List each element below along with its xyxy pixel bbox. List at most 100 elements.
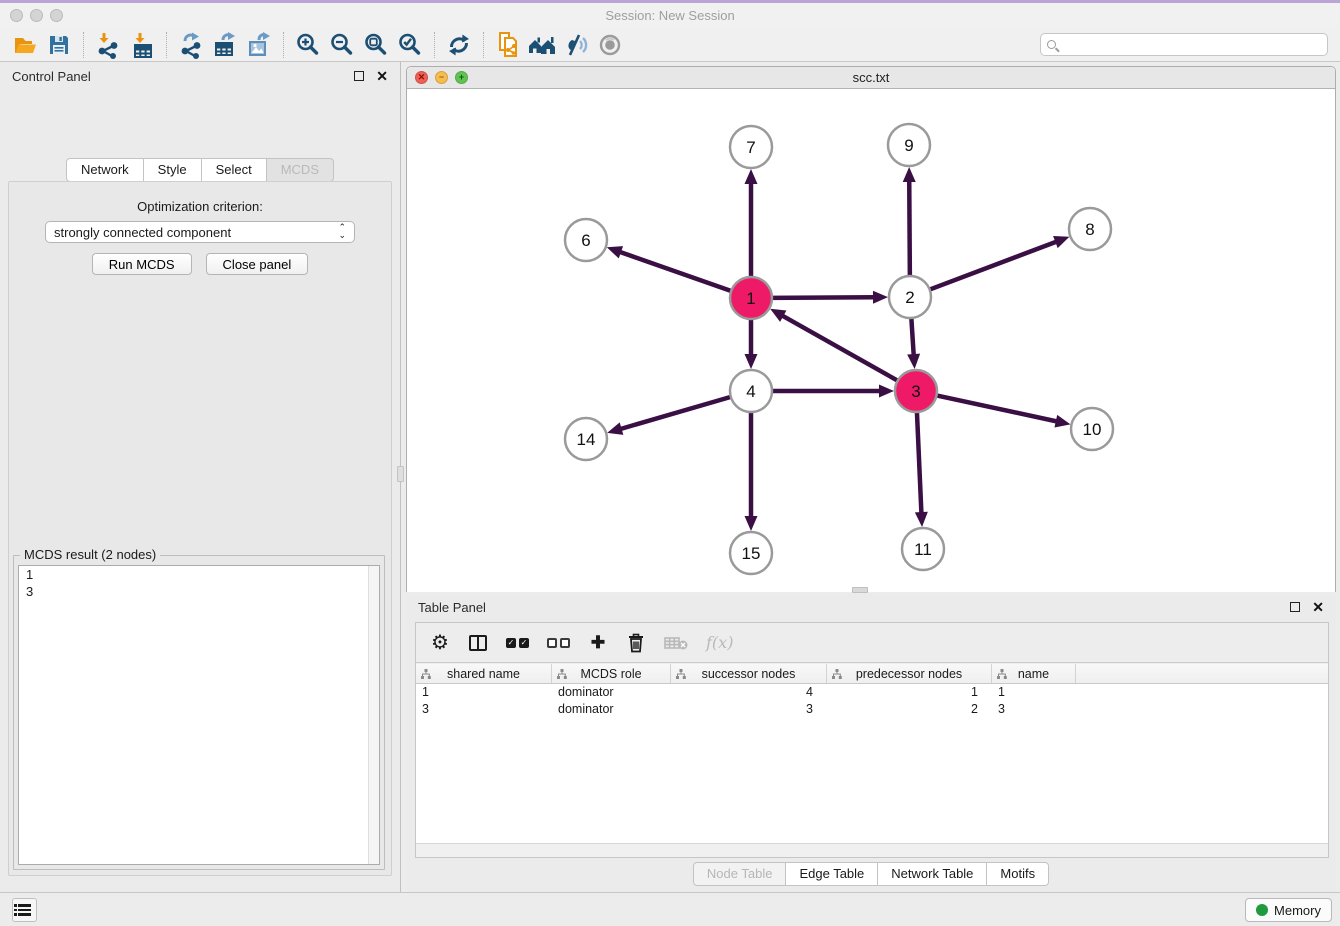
edge-arrowhead <box>1053 236 1069 248</box>
toolbar-separator <box>83 32 84 58</box>
mcds-panel: Optimization criterion: strongly connect… <box>8 181 392 876</box>
graph-edge-2-9[interactable] <box>909 180 910 276</box>
panel-splitter-grip[interactable] <box>397 466 404 482</box>
show-graphics-details-icon[interactable] <box>593 30 627 60</box>
open-session-icon[interactable] <box>8 30 42 60</box>
table-cell[interactable]: 1 <box>827 684 992 701</box>
edge-arrowhead <box>879 385 894 398</box>
graph-node-label-9: 9 <box>904 136 913 155</box>
network-canvas[interactable]: 7968124314101511 <box>407 89 1335 592</box>
control-tab-mcds[interactable]: MCDS <box>267 158 334 182</box>
graph-edge-4-14[interactable] <box>620 397 731 429</box>
export-table-icon[interactable] <box>208 30 242 60</box>
table-tab-node-table[interactable]: Node Table <box>693 862 787 886</box>
show-columns-icon[interactable] <box>468 631 488 655</box>
float-table-panel-icon[interactable] <box>1290 602 1300 612</box>
graph-edge-1-6[interactable] <box>619 252 731 291</box>
mcds-result-item[interactable]: 1 <box>19 566 379 583</box>
toolbar-separator <box>483 32 484 58</box>
graph-edge-3-1[interactable] <box>781 315 897 381</box>
search-box <box>1040 33 1328 56</box>
table-cell[interactable]: 3 <box>416 701 552 718</box>
import-table-icon[interactable] <box>125 30 159 60</box>
table-panel-title: Table Panel <box>418 600 486 615</box>
mcds-result-title: MCDS result (2 nodes) <box>20 547 160 562</box>
main-toolbar <box>0 28 1340 62</box>
graph-edge-3-10[interactable] <box>937 395 1058 421</box>
zoom-out-icon[interactable] <box>325 30 359 60</box>
table-panel: Table Panel ✕ ⚙ ✓✓ ✚ <box>406 594 1336 892</box>
export-image-icon[interactable] <box>242 30 276 60</box>
table-horizontal-scrollbar[interactable] <box>416 843 1328 857</box>
table-row[interactable]: 3dominator323 <box>416 701 1328 718</box>
table-options-icon[interactable]: ⚙ <box>430 631 450 655</box>
mcds-result-group: MCDS result (2 nodes) 13 <box>13 555 385 870</box>
create-column-icon[interactable]: ✚ <box>588 631 608 655</box>
save-session-icon[interactable] <box>42 30 76 60</box>
zoom-fit-icon[interactable] <box>359 30 393 60</box>
unselect-all-columns-icon[interactable] <box>547 631 570 655</box>
graph-node-label-1: 1 <box>746 289 755 308</box>
column-header-predecessor-nodes[interactable]: predecessor nodes <box>827 664 992 683</box>
export-network-icon[interactable] <box>174 30 208 60</box>
delete-columns-icon[interactable] <box>626 631 646 655</box>
table-cell[interactable]: dominator <box>552 684 671 701</box>
table-cell[interactable]: 1 <box>992 684 1076 701</box>
run-mcds-button[interactable]: Run MCDS <box>92 253 192 275</box>
table-cell[interactable]: 1 <box>416 684 552 701</box>
column-header-successor-nodes[interactable]: successor nodes <box>671 664 827 683</box>
column-header-MCDS-role[interactable]: MCDS role <box>552 664 671 683</box>
optimization-criterion-select[interactable]: strongly connected component ⌃⌄ <box>45 221 355 243</box>
task-history-button[interactable] <box>12 898 37 922</box>
control-tab-network[interactable]: Network <box>66 158 144 182</box>
memory-button[interactable]: Memory <box>1245 898 1332 922</box>
view-table-splitter-grip[interactable] <box>852 587 868 593</box>
control-tab-style[interactable]: Style <box>144 158 202 182</box>
clone-network-icon[interactable] <box>491 30 525 60</box>
graph-edge-2-3[interactable] <box>911 318 913 356</box>
table-cell[interactable]: 3 <box>671 701 827 718</box>
mcds-result-list[interactable]: 13 <box>18 565 380 865</box>
zoom-in-icon[interactable] <box>291 30 325 60</box>
close-panel-icon[interactable]: ✕ <box>376 69 388 83</box>
table-row[interactable]: 1dominator411 <box>416 684 1328 701</box>
table-cell[interactable]: 3 <box>992 701 1076 718</box>
network-view-window: ✕ − + scc.txt 7968124314101511 <box>406 66 1336 592</box>
first-neighbors-icon[interactable] <box>525 30 559 60</box>
hide-graphics-details-icon[interactable] <box>559 30 593 60</box>
column-header-shared-name[interactable]: shared name <box>416 664 552 683</box>
toolbar-separator <box>283 32 284 58</box>
graph-node-label-14: 14 <box>577 430 596 449</box>
search-input[interactable] <box>1056 34 1327 55</box>
function-builder-icon: f(x) <box>706 631 733 655</box>
mcds-result-item[interactable]: 3 <box>19 583 379 600</box>
graph-edge-3-11[interactable] <box>917 412 922 514</box>
table-cell[interactable]: dominator <box>552 701 671 718</box>
zoom-selected-icon[interactable] <box>393 30 427 60</box>
control-panel-title: Control Panel <box>12 69 91 84</box>
table-cell[interactable]: 4 <box>671 684 827 701</box>
toolbar-separator <box>166 32 167 58</box>
delete-table-icon <box>664 631 688 655</box>
float-panel-icon[interactable] <box>354 71 364 81</box>
table-tab-motifs[interactable]: Motifs <box>987 862 1049 886</box>
table-cell[interactable]: 2 <box>827 701 992 718</box>
toolbar-separator <box>434 32 435 58</box>
result-scrollbar[interactable] <box>368 566 379 864</box>
edge-arrowhead <box>607 422 623 434</box>
table-tab-network-table[interactable]: Network Table <box>878 862 987 886</box>
combo-stepper-icon: ⌃⌄ <box>338 224 346 239</box>
graph-edge-1-2[interactable] <box>772 297 875 298</box>
network-window-title: scc.txt <box>407 70 1335 85</box>
import-network-icon[interactable] <box>91 30 125 60</box>
graph-edge-2-8[interactable] <box>930 241 1058 289</box>
control-panel-tabs: NetworkStyleSelectMCDS <box>0 158 400 182</box>
close-table-panel-icon[interactable]: ✕ <box>1312 600 1324 614</box>
control-tab-select[interactable]: Select <box>202 158 267 182</box>
close-panel-button[interactable]: Close panel <box>206 253 309 275</box>
table-tab-edge-table[interactable]: Edge Table <box>786 862 878 886</box>
select-all-columns-icon[interactable]: ✓✓ <box>506 631 529 655</box>
network-window-titlebar[interactable]: ✕ − + scc.txt <box>407 67 1335 89</box>
column-header-name[interactable]: name <box>992 664 1076 683</box>
apply-layout-icon[interactable] <box>442 30 476 60</box>
